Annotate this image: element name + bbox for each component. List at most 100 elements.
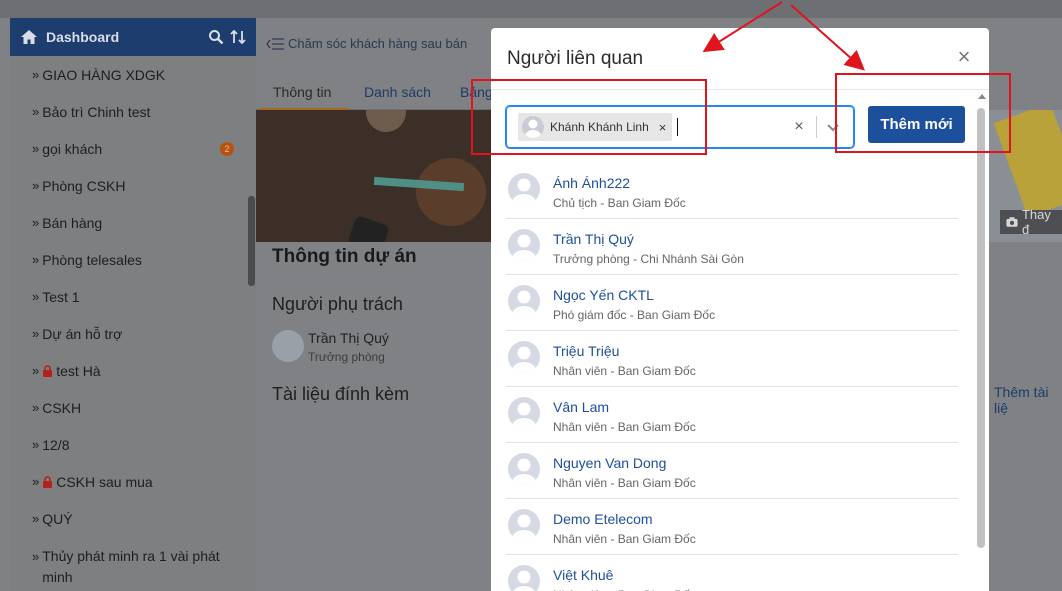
top-strip — [0, 0, 1062, 18]
sidebar-item[interactable]: » Phòng CSKH — [10, 167, 246, 204]
person-role: Nhân viên - Ban Giam Đốc — [553, 532, 696, 546]
change-photo-label: Thay đ — [1021, 207, 1051, 237]
modal-scrollbar[interactable] — [977, 108, 985, 548]
avatar — [508, 285, 540, 317]
person-name: Trần Thị Quý — [553, 231, 634, 247]
person-option[interactable]: Demo Etelecom Nhân viên - Ban Giam Đốc — [506, 499, 958, 555]
person-role: Chủ tịch - Ban Giam Đốc — [553, 196, 686, 210]
sidebar-item[interactable]: » QUÝ — [10, 500, 246, 537]
avatar — [508, 173, 540, 205]
modal-title: Người liên quan — [507, 48, 644, 69]
person-name: Triệu Triệu — [553, 343, 620, 359]
sidebar-item[interactable]: » Test 1 — [10, 278, 246, 315]
add-attachment-link[interactable]: Thêm tài liệ — [994, 384, 1062, 416]
person-name: Ngọc Yến CKTL — [553, 287, 654, 303]
sidebar-item[interactable]: » Dự án hỗ trợ — [10, 315, 246, 352]
person-role: Nhân viên - Ban Giam Đốc — [553, 364, 696, 378]
sidebar-list: » GIAO HÀNG XDGK» Bảo trì Chinh test» gọi k… — [10, 56, 246, 587]
chevron-right-icon: » — [32, 178, 40, 193]
sidebar-item[interactable]: » CSKH sau mua — [10, 463, 246, 500]
close-icon[interactable]: × — [955, 46, 973, 68]
tab-list[interactable]: Danh sách — [364, 84, 431, 100]
person-name: Việt Khuê — [553, 567, 614, 583]
sidebar-item-label: Dự án hỗ trợ — [42, 325, 123, 342]
sidebar-item-label: Bảo trì Chinh test — [42, 103, 151, 120]
tabs: Thông tin Danh sách Bảng — [256, 78, 496, 110]
person-role: Nhân viên - Ban Giam Đốc — [553, 420, 696, 434]
tab-info[interactable]: Thông tin — [273, 84, 331, 100]
person-option[interactable]: Nguyen Van Dong Nhân viên - Ban Giam Đốc — [506, 443, 958, 499]
person-option[interactable]: Vân Lam Nhân viên - Ban Giam Đốc — [506, 387, 958, 443]
annotation-box-select — [471, 79, 707, 155]
sidebar-item[interactable]: » Phòng telesales — [10, 241, 246, 278]
sidebar-header[interactable]: Dashboard — [10, 18, 256, 56]
chevron-right-icon: » — [32, 437, 40, 452]
attachments-heading: Tài liệu đính kèm — [272, 384, 410, 404]
sidebar-item-label: Test 1 — [42, 288, 80, 305]
sidebar-item-label: gọi khách — [42, 140, 103, 157]
sort-icon[interactable] — [230, 29, 246, 45]
chevron-right-icon: » — [32, 511, 40, 526]
back-link-label: Chăm sóc khách hàng sau bán — [288, 36, 468, 51]
person-role: Nhân viên - Ban Giam Đốc — [553, 476, 696, 490]
sidebar-item-label: Phòng CSKH — [42, 177, 126, 194]
sidebar-item-label: Phòng telesales — [42, 251, 142, 268]
sidebar-item-label: Bán hàng — [42, 214, 103, 231]
search-icon[interactable] — [208, 29, 224, 45]
sidebar-item-label: GIAO HÀNG XDGK — [42, 66, 166, 83]
person-option[interactable]: Trần Thị Quý Trưởng phòng - Chi Nhánh Sài… — [506, 219, 958, 275]
avatar — [508, 341, 540, 373]
chevron-right-icon: » — [32, 549, 40, 564]
chevron-right-icon: » — [32, 400, 40, 415]
change-photo-button[interactable]: Thay đ — [1000, 207, 1062, 237]
person-name: Trần Thị Quý — [308, 330, 389, 346]
person-name: Vân Lam — [553, 399, 610, 415]
sidebar: Dashboard » GIAO HÀNG XDGK» Bảo trì Chinh … — [10, 18, 256, 591]
person-in-charge-heading: Người phụ trách — [272, 294, 403, 314]
sidebar-item-label: test Hà — [56, 362, 101, 379]
annotation-box-add — [835, 73, 1011, 153]
sidebar-item[interactable]: » Thủy phát minh ra 1 vài phát minh — [10, 537, 246, 587]
avatar — [508, 453, 540, 485]
sidebar-item[interactable]: » Bán hàng — [10, 204, 246, 241]
chevron-right-icon: » — [32, 141, 40, 156]
chevron-right-icon: » — [32, 326, 40, 341]
project-banner-image — [256, 110, 496, 242]
person-role: Phó giám đốc - Ban Giam Đốc — [553, 308, 716, 322]
avatar — [508, 509, 540, 541]
sidebar-item[interactable]: » 12/8 — [10, 426, 246, 463]
avatar — [272, 330, 304, 362]
avatar — [508, 229, 540, 261]
sidebar-item-label: 12/8 — [42, 436, 70, 453]
chevron-right-icon: » — [32, 363, 40, 378]
home-icon — [21, 30, 37, 44]
sidebar-item-label: CSKH — [42, 399, 82, 416]
chevron-right-icon: » — [32, 289, 40, 304]
chevron-right-icon: » — [32, 215, 40, 230]
sidebar-scrollbar[interactable] — [248, 196, 255, 286]
sidebar-item-label: CSKH sau mua — [56, 473, 153, 490]
sidebar-item[interactable]: » gọi khách 2 — [10, 130, 246, 167]
sidebar-item[interactable]: » Bảo trì Chinh test — [10, 93, 246, 130]
section-title: Thông tin dự án — [272, 246, 417, 267]
sidebar-item[interactable]: » GIAO HÀNG XDGK — [10, 56, 246, 93]
person-option[interactable]: Ngọc Yến CKTL Phó giám đốc - Ban Giam Đốc — [506, 275, 958, 331]
person-option[interactable]: Việt KhuêNhân viên - Ban Giam Đốc — [506, 555, 958, 591]
lock-icon — [43, 475, 53, 488]
person-role: Trưởng phòng — [308, 350, 385, 364]
back-menu-icon — [266, 37, 284, 50]
person-option[interactable]: Ánh Ánh222 Chủ tịch - Ban Giam Đốc — [506, 163, 958, 219]
lock-icon — [43, 364, 53, 377]
avatar — [508, 397, 540, 429]
chevron-right-icon: » — [32, 252, 40, 267]
sidebar-item-label: Thủy phát minh ra 1 vài phát minh — [42, 548, 220, 585]
clear-icon[interactable]: × — [789, 117, 809, 137]
sidebar-item[interactable]: » CSKH — [10, 389, 246, 426]
sidebar-item[interactable]: » test Hà — [10, 352, 246, 389]
chevron-right-icon: » — [32, 474, 40, 489]
back-link[interactable]: Chăm sóc khách hàng sau bán — [266, 36, 467, 51]
person-option[interactable]: Triệu Triệu Nhân viên - Ban Giam Đốc — [506, 331, 958, 387]
chevron-right-icon: » — [32, 104, 40, 119]
count-badge: 2 — [220, 142, 234, 156]
sidebar-item-label: QUÝ — [42, 510, 73, 527]
